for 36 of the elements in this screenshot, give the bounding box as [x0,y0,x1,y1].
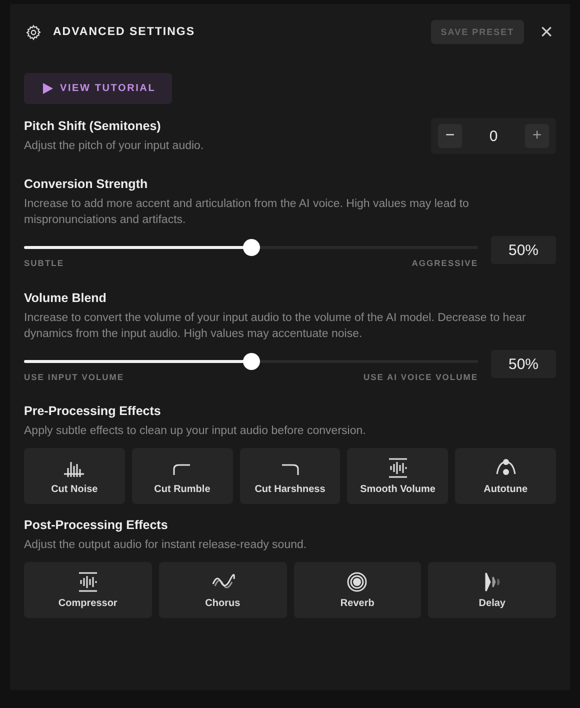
increment-button[interactable]: + [525,124,549,148]
pitch-value: 0 [489,128,498,144]
effect-button[interactable]: Compressor [24,562,152,618]
slider-value-field[interactable]: 50% [491,236,556,264]
rings-icon [345,571,370,593]
slider-max-label: USE AI VOICE VOLUME [363,372,478,382]
play-icon [43,83,53,94]
slider-value-field[interactable]: 50% [491,350,556,378]
setting-title: Conversion Strength [24,177,149,191]
slider-min-label: SUBTLE [24,258,64,268]
slider-max-label: AGGRESSIVE [412,258,478,268]
setting-title: Pitch Shift (Semitones) [24,118,162,132]
setting-description: Adjust the pitch of your input audio. [24,138,205,154]
setting-description: Increase to convert the volume of your input audio to the volume of the AI model. Decrease to hear dynamics from the input audio. High values may accentuate noise. [24,311,527,342]
view-tutorial-button[interactable]: VIEW TUTORIAL [24,73,172,104]
effect-button[interactable]: Cut Rumble [132,448,233,504]
section-title: Pre-Processing Effects [24,404,162,418]
section-description: Apply subtle effects to clean up your input audio before conversion. [24,424,367,439]
effect-button[interactable]: Cut Noise [24,448,125,504]
close-button[interactable]: × [538,21,555,43]
slider-thumb[interactable] [243,239,260,256]
decrement-button[interactable]: − [438,124,462,148]
section-description: Adjust the output audio for instant release-ready sound. [24,538,308,553]
effect-button[interactable]: Cut Harshness [240,448,340,504]
section-title: Post-Processing Effects [24,518,169,532]
effect-button[interactable]: Smooth Volume [347,448,448,504]
effect-button[interactable]: Autotune [455,448,556,504]
effect-button[interactable]: Chorus [158,562,286,618]
settings-icon [25,24,42,40]
slider-min-label: USE INPUT VOLUME [24,372,124,382]
setting-title: Volume Blend [24,291,108,305]
effect-button[interactable]: Delay [428,562,556,618]
slider-thumb[interactable] [243,353,260,370]
setting-description: Increase to add more accent and articulation from the AI voice. High values may lead to mispronunciations and artifacts. [24,197,470,228]
effect-button[interactable]: Reverb [294,562,422,618]
panel-title: ADVANCED SETTINGS [53,26,196,38]
